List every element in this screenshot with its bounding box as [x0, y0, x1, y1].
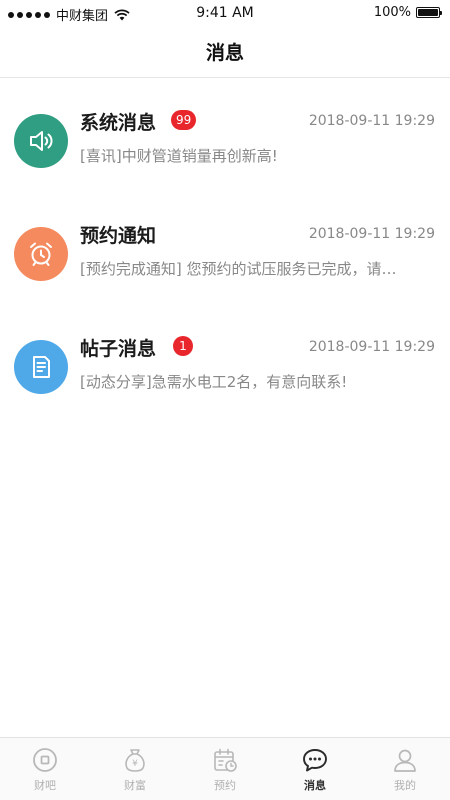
tab-label: 财富 [124, 779, 146, 792]
user-icon [394, 749, 416, 772]
tab-caiba[interactable]: 财吧 [0, 738, 90, 800]
battery-icon [416, 7, 442, 18]
tab-label: 预约 [214, 779, 236, 792]
message-preview: [动态分享]急需水电工2名，有意向联系! [80, 373, 348, 391]
message-title: 帖子消息 [80, 338, 157, 360]
page-title: 消息 [205, 42, 244, 64]
tab-appointment[interactable]: 预约 [180, 738, 270, 800]
message-title: 系统消息 [80, 112, 157, 134]
message-item-posts[interactable]: 帖子消息 1 2018-09-11 19:29 [动态分享]急需水电工2名，有意… [0, 324, 450, 436]
message-title: 预约通知 [80, 225, 157, 247]
document-icon [14, 340, 68, 394]
chat-bubble-icon [303, 749, 327, 772]
tab-label: 财吧 [34, 779, 56, 792]
status-bar: 中财集团 9:41 AM 100% [0, 0, 450, 26]
speaker-icon [14, 114, 68, 168]
status-right: 100% [373, 5, 442, 20]
message-preview: [预约完成通知] 您预约的试压服务已完成，请… [80, 260, 397, 278]
svg-text:¥: ¥ [132, 759, 138, 769]
tab-label: 消息 [304, 779, 326, 792]
tab-wealth[interactable]: ¥ 财富 [90, 738, 180, 800]
coin-icon [33, 748, 57, 772]
unread-badge: 1 [173, 336, 193, 356]
alarm-clock-icon [14, 227, 68, 281]
unread-badge: 99 [171, 110, 197, 130]
tab-label: 我的 [394, 779, 416, 792]
message-item-system[interactable]: 系统消息 99 2018-09-11 19:29 [喜讯]中财管道销量再创新高! [0, 98, 450, 210]
tab-messages[interactable]: 消息 [270, 738, 360, 800]
message-item-appointment[interactable]: 预约通知 2018-09-11 19:29 [预约完成通知] 您预约的试压服务已… [0, 211, 450, 323]
money-bag-icon: ¥ [125, 749, 145, 772]
tab-profile[interactable]: 我的 [360, 738, 450, 800]
battery-percent: 100% [373, 5, 411, 20]
navigation-bar: 消息 [0, 26, 450, 78]
message-time: 2018-09-11 19:29 [308, 339, 435, 355]
message-time: 2018-09-11 19:29 [308, 226, 435, 242]
message-time: 2018-09-11 19:29 [308, 113, 435, 129]
message-preview: [喜讯]中财管道销量再创新高! [80, 147, 278, 165]
calendar-icon [214, 748, 237, 772]
tab-bar: 财吧 ¥ 财富 预约 消息 我的 [0, 737, 450, 800]
